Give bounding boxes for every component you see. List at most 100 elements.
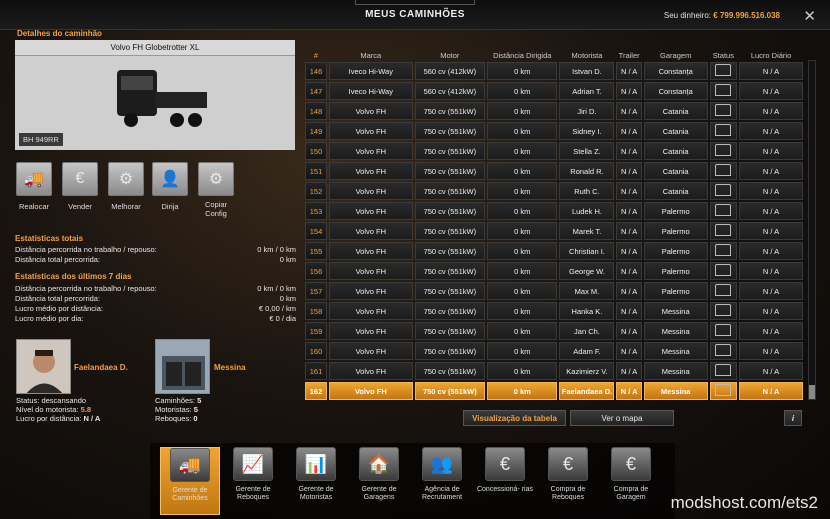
table-cell: Volvo FH	[329, 302, 413, 320]
driver-manager-button[interactable]: 📊 Gerente de Motoristas	[286, 447, 346, 515]
driver-portrait	[17, 340, 70, 393]
table-cell: N / A	[739, 322, 803, 340]
column-header[interactable]: Motor	[415, 40, 485, 60]
column-header[interactable]: Status	[710, 40, 738, 60]
drive-icon: 👤	[152, 162, 188, 196]
money-display: Seu dinheiro: € 799.996.516.038	[663, 11, 780, 20]
table-cell: 147	[305, 82, 327, 100]
table-header: # Marca Motor Distância Dirigida Motorista Tr…	[305, 40, 803, 60]
table-row[interactable]: 156 Volvo FH 750 cv (551kW) 0 km George W. N …	[305, 262, 803, 280]
column-header[interactable]: Motorista	[559, 40, 614, 60]
watermark: modshost.com/ets2	[670, 493, 818, 512]
recruitment-button[interactable]: 👥 Agência de Recrutament	[412, 447, 472, 515]
truck-manager-button[interactable]: 🚚 Gerente de Caminhões	[160, 447, 220, 515]
table-row[interactable]: 148 Volvo FH 750 cv (551kW) 0 km Jiri D. N / …	[305, 102, 803, 120]
table-cell: 159	[305, 322, 327, 340]
column-header[interactable]: Trailer	[616, 40, 641, 60]
driver-name[interactable]: Faelandaea D.	[74, 363, 128, 372]
table-cell: 151	[305, 162, 327, 180]
table-view-button[interactable]: Visualização da tabela	[463, 410, 566, 426]
table-cell: Catania	[643, 162, 708, 180]
table-row[interactable]: 158 Volvo FH 750 cv (551kW) 0 km Hanka K. N /…	[305, 302, 803, 320]
table-cell: 154	[305, 222, 327, 240]
table-cell: Ruth C.	[559, 182, 615, 200]
table-cell: N / A	[616, 142, 642, 160]
table-cell: 750 cv (551kW)	[414, 122, 486, 140]
table-cell: Catania	[643, 122, 708, 140]
table-cell: N / A	[616, 82, 642, 100]
garage-manager-icon: 🏠	[359, 447, 399, 481]
table-cell: N / A	[616, 122, 642, 140]
table-cell: N / A	[616, 162, 642, 180]
garage-status-icon	[709, 302, 738, 320]
table-row[interactable]: 154 Volvo FH 750 cv (551kW) 0 km Marek T. N /…	[305, 222, 803, 240]
table-cell: Constanța	[643, 62, 708, 80]
drive-button[interactable]: 👤 Dirija	[150, 162, 190, 211]
column-header[interactable]: Distância Dirigida	[487, 40, 557, 60]
truck-manager-icon: 🚚	[170, 448, 210, 482]
buy-trailer-button[interactable]: € Compra de Reboques	[538, 447, 598, 515]
copy-config-button[interactable]: ⚙ Copiar Config	[195, 162, 237, 218]
table-scrollbar[interactable]	[808, 60, 816, 400]
table-row[interactable]: 150 Volvo FH 750 cv (551kW) 0 km Stella Z. N …	[305, 142, 803, 160]
garage-thumbnail[interactable]	[155, 339, 210, 394]
table-cell: Constanța	[643, 82, 708, 100]
driver-avatar[interactable]	[16, 339, 71, 394]
table-cell: 750 cv (551kW)	[414, 262, 486, 280]
table-cell: N / A	[616, 102, 642, 120]
table-row[interactable]: 146 Iveco Hi-Way 560 cv (412kW) 0 km Istvan …	[305, 62, 803, 80]
table-cell: N / A	[616, 282, 642, 300]
column-header[interactable]: Lucro Diário	[739, 40, 803, 60]
table-row[interactable]: 149 Volvo FH 750 cv (551kW) 0 km Sidney I. N …	[305, 122, 803, 140]
table-cell: N / A	[739, 302, 803, 320]
table-cell: 153	[305, 202, 327, 220]
table-row[interactable]: 151 Volvo FH 750 cv (551kW) 0 km Ronald R. N …	[305, 162, 803, 180]
table-cell: N / A	[739, 182, 803, 200]
garage-status-icon	[709, 102, 738, 120]
table-cell: Volvo FH	[329, 162, 413, 180]
table-cell: 750 cv (551kW)	[414, 162, 486, 180]
table-row[interactable]: 159 Volvo FH 750 cv (551kW) 0 km Jan Ch. N / …	[305, 322, 803, 340]
trailer-manager-button[interactable]: 📈 Gerente de Reboques	[223, 447, 283, 515]
garage-name[interactable]: Messina	[214, 363, 246, 372]
driver-manager-icon: 📊	[296, 447, 336, 481]
table-cell: Volvo FH	[329, 182, 413, 200]
buy-trailer-icon: €	[548, 447, 588, 481]
table-cell: N / A	[616, 222, 642, 240]
table-row[interactable]: 152 Volvo FH 750 cv (551kW) 0 km Ruth C. N / …	[305, 182, 803, 200]
table-cell: 750 cv (551kW)	[414, 342, 486, 360]
table-cell: Catania	[643, 102, 708, 120]
sell-button[interactable]: € Vender	[60, 162, 100, 211]
scrollbar-thumb[interactable]	[809, 385, 815, 399]
table-row[interactable]: 147 Iveco Hi-Way 560 cv (412kW) 0 km Adrian …	[305, 82, 803, 100]
table-cell: 0 km	[487, 302, 558, 320]
info-icon[interactable]: i	[784, 410, 802, 426]
truck-actions: 🚚 Realocar € Vender ⚙ Melhorar 👤 Dirija ⚙ Cop…	[14, 162, 299, 222]
buy-garage-button[interactable]: € Compra de Garagem	[601, 447, 661, 515]
table-row[interactable]: 162 Volvo FH 750 cv (551kW) 0 km Faelandaea …	[305, 382, 803, 400]
relocate-button[interactable]: 🚚 Realocar	[14, 162, 54, 211]
column-header[interactable]: Garagem	[644, 40, 708, 60]
table-row[interactable]: 160 Volvo FH 750 cv (551kW) 0 km Adam F. N / …	[305, 342, 803, 360]
dealer-button[interactable]: € Concessioná- rias	[475, 447, 535, 515]
garage-manager-button[interactable]: 🏠 Gerente de Garagens	[349, 447, 409, 515]
driver-status: Status: descansando	[16, 396, 87, 405]
table-cell: Ronald R.	[559, 162, 615, 180]
table-cell: Messina	[643, 342, 708, 360]
table-cell: 750 cv (551kW)	[414, 182, 486, 200]
table-cell: Adam F.	[559, 342, 615, 360]
close-icon[interactable]: ✕	[803, 7, 816, 25]
table-row[interactable]: 153 Volvo FH 750 cv (551kW) 0 km Ludek H. N /…	[305, 202, 803, 220]
table-cell: 0 km	[487, 142, 558, 160]
table-cell: Stella Z.	[559, 142, 615, 160]
table-cell: N / A	[739, 282, 803, 300]
table-row[interactable]: 161 Volvo FH 750 cv (551kW) 0 km Kazimierz V…	[305, 362, 803, 380]
map-view-button[interactable]: Ver o mapa	[570, 410, 674, 426]
table-cell: Christian I.	[559, 242, 615, 260]
column-header[interactable]: Marca	[329, 40, 413, 60]
table-row[interactable]: 157 Volvo FH 750 cv (551kW) 0 km Max M. N / A…	[305, 282, 803, 300]
table-cell: Volvo FH	[329, 102, 413, 120]
table-row[interactable]: 155 Volvo FH 750 cv (551kW) 0 km Christian I…	[305, 242, 803, 260]
upgrade-button[interactable]: ⚙ Melhorar	[106, 162, 146, 211]
column-header[interactable]: #	[305, 40, 327, 60]
